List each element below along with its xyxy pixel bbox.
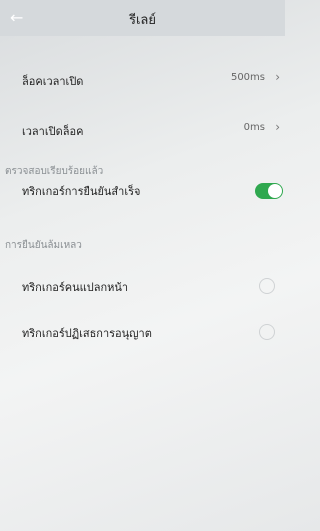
lock-time-value: 500ms <box>230 72 265 83</box>
unlock-time-value: 0ms <box>243 122 265 133</box>
trigger-denied-row: ทริกเกอร์ปฏิเสธการอนุญาต <box>0 312 285 352</box>
trigger-stranger-row: ทริกเกอร์คนแปลกหน้า <box>0 266 285 306</box>
trigger-denied-label: ทริกเกอร์ปฏิเสธการอนุญาต <box>22 327 152 340</box>
trigger-stranger-label: ทริกเกอร์คนแปลกหน้า <box>22 281 129 294</box>
trigger-success-row: ทริกเกอร์การยืนยันสำเร็จ <box>0 170 285 210</box>
trigger-success-toggle[interactable] <box>255 183 283 199</box>
unlock-time-label: เวลาเปิดล็อค <box>22 125 84 138</box>
section-failure-title: การยืนยันล้มเหลว <box>5 240 82 251</box>
lock-time-label: ล็อคเวลาเปิด <box>22 75 84 88</box>
trigger-stranger-radio[interactable] <box>259 278 275 294</box>
unlock-time-row[interactable]: เวลาเปิดล็อค 0ms › <box>0 110 285 150</box>
toggle-knob <box>268 184 282 198</box>
page-title: รีเลย์ <box>128 13 156 28</box>
chevron-right-icon: › <box>275 70 280 84</box>
header-bar: ← รีเลย์ <box>0 0 285 36</box>
trigger-success-label: ทริกเกอร์การยืนยันสำเร็จ <box>22 185 141 198</box>
trigger-denied-radio[interactable] <box>259 324 275 340</box>
lock-time-row[interactable]: ล็อคเวลาเปิด 500ms › <box>0 60 285 100</box>
chevron-right-icon: › <box>275 120 280 134</box>
